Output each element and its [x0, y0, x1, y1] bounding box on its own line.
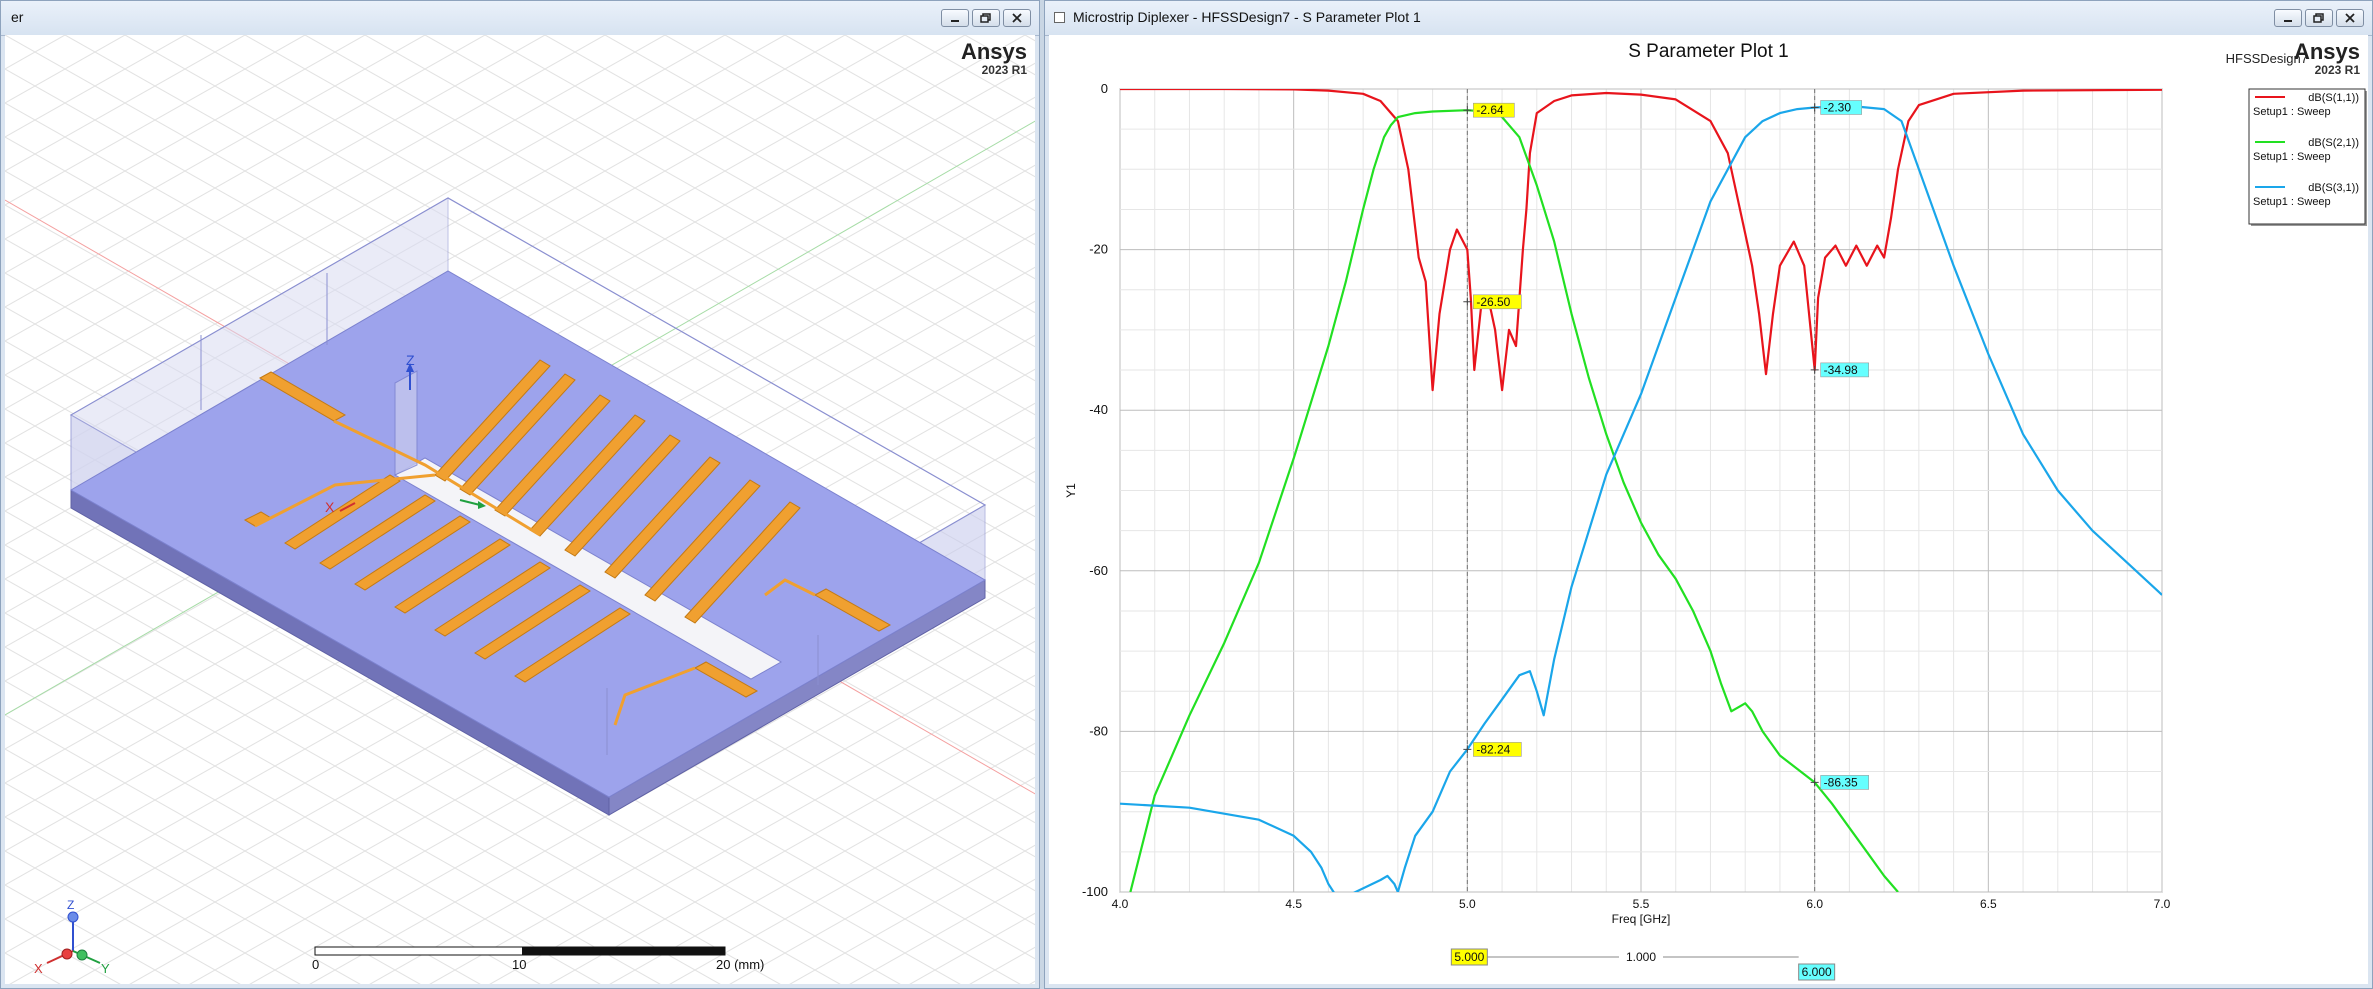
x-tick-label: 6.0 — [1806, 897, 1823, 911]
scale-tick-10: 10 — [512, 957, 527, 972]
y-axis-label: Y1 — [1064, 483, 1078, 498]
delta-marker-bar[interactable]: 1.000 5.000 6.000 — [1450, 948, 1836, 981]
restore-button[interactable] — [972, 9, 1000, 27]
model-x-label: X — [325, 499, 335, 515]
plot-area-panel[interactable]: S Parameter Plot 1 HFSSDesign7 Ansys 202… — [1049, 35, 2368, 984]
x-tick-label: 7.0 — [2154, 897, 2171, 911]
close-button[interactable] — [1003, 9, 1031, 27]
plot-titlebar[interactable]: Microstrip Diplexer - HFSSDesign7 - S Pa… — [1045, 1, 2372, 36]
restore-icon — [980, 13, 991, 23]
scale-bar — [314, 946, 726, 956]
marker-label: -34.98 — [1824, 363, 1858, 377]
close-icon — [2345, 13, 2355, 23]
window-app-icon — [1054, 12, 1065, 23]
minimize-icon — [2284, 20, 2292, 22]
scale-tick-20: 20 (mm) — [716, 957, 765, 972]
brand-version: 2023 R1 — [981, 63, 1027, 77]
restore-icon — [2313, 13, 2324, 23]
window-title: er — [11, 9, 24, 25]
y-tick-label: -20 — [1089, 242, 1108, 257]
brand-name: Ansys — [960, 39, 1027, 64]
window-title: Microstrip Diplexer - HFSSDesign7 - S Pa… — [1073, 9, 1421, 25]
scale-tick-0: 0 — [312, 957, 320, 972]
marker-label: -2.64 — [1476, 103, 1504, 117]
chart-grid — [1119, 88, 2163, 893]
marker-label: -26.50 — [1476, 295, 1510, 309]
y-tick-label: -100 — [1082, 884, 1108, 899]
legend-series-setup: Setup1 : Sweep — [2253, 196, 2331, 208]
legend-series-setup: Setup1 : Sweep — [2253, 151, 2331, 163]
x-tick-label: 5.5 — [1633, 897, 1650, 911]
legend-series-setup: Setup1 : Sweep — [2253, 106, 2331, 118]
minimize-button[interactable] — [2274, 9, 2302, 27]
delta-x1-value: 5.000 — [1454, 950, 1484, 964]
triad-y-label: Y — [101, 961, 110, 976]
minimize-icon — [951, 20, 959, 22]
model-z-label: Z — [406, 352, 415, 368]
minimize-button[interactable] — [941, 9, 969, 27]
x-tick-label: 5.0 — [1459, 897, 1476, 911]
modeler-viewport[interactable]: Z X Z X Y 0 10 20 (mm) Ansys 2023 R1 — [5, 35, 1035, 984]
chart-legend[interactable]: dB(S(1,1)) Setup1 : Sweep dB(S(2,1)) Setup1… — [2248, 88, 2367, 226]
marker-label: -2.30 — [1824, 100, 1852, 114]
restore-button[interactable] — [2305, 9, 2333, 27]
ansys-logo: Ansys 2023 R1 — [960, 39, 1027, 77]
delta-x2-value: 6.000 — [1802, 965, 1832, 979]
modeler-titlebar[interactable]: er — [1, 1, 1039, 36]
y-tick-label: 0 — [1101, 81, 1108, 96]
y-tick-label: -80 — [1089, 723, 1108, 738]
marker-label: -86.35 — [1824, 775, 1858, 789]
marker-label: -82.24 — [1476, 742, 1510, 756]
model-3d-view[interactable]: Z X Z X Y — [5, 35, 1035, 984]
y-tick-label: -40 — [1089, 402, 1108, 417]
legend-series-name: dB(S(2,1)) — [2308, 137, 2359, 149]
y-tick-label: -60 — [1089, 563, 1108, 578]
legend-series-name: dB(S(3,1)) — [2308, 182, 2359, 194]
x-tick-label: 4.5 — [1285, 897, 1302, 911]
close-icon — [1012, 13, 1022, 23]
x-tick-label: 6.5 — [1980, 897, 1997, 911]
plot-window: Microstrip Diplexer - HFSSDesign7 - S Pa… — [1044, 0, 2373, 989]
close-button[interactable] — [2336, 9, 2364, 27]
triad-z-label: Z — [67, 898, 74, 912]
delta-value: 1.000 — [1626, 950, 1656, 964]
x-axis-label: Freq [GHz] — [1612, 912, 1671, 926]
legend-series-name: dB(S(1,1)) — [2308, 92, 2359, 104]
modeler-window: er Z X Z X Y 0 10 20 (mm) Ansys 2023 R1 — [0, 0, 1040, 989]
triad-x-label: X — [34, 961, 43, 976]
x-tick-label: 4.0 — [1112, 897, 1129, 911]
s-parameter-chart[interactable]: 4.0 4.5 5.0 5.5 6.0 6.5 7.0 0 -20 -40 -60 -80 -100 Fr… — [1049, 35, 2368, 984]
